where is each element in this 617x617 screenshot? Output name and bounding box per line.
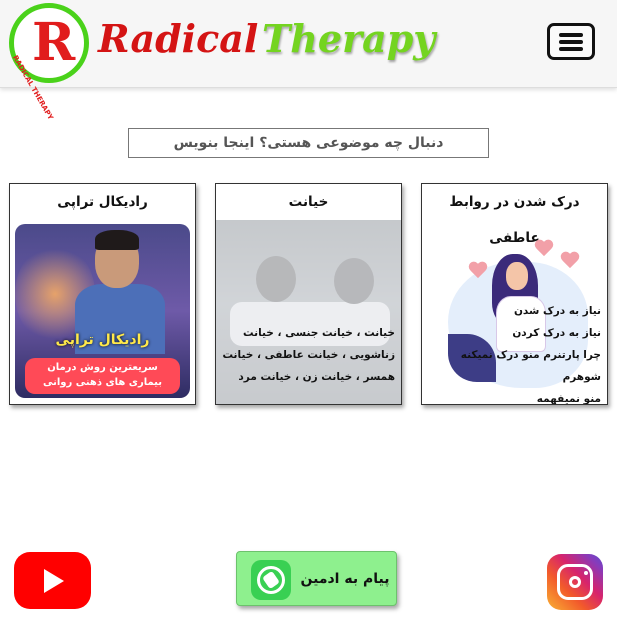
whatsapp-icon (251, 560, 291, 600)
promo-subtitle-box: سریعترین روش درمان بیماری های ذهنی روانی (25, 358, 180, 394)
card-description-line: خیانت ، خیانت جنسی ، خیانت (243, 327, 395, 339)
card-title: درک شدن در روابط عاطفی (449, 194, 580, 246)
message-admin-button[interactable]: پیام به ادمین (236, 551, 397, 606)
youtube-link[interactable] (14, 552, 91, 609)
brand-name-therapy[interactable]: Therapy (262, 14, 435, 64)
site-header: R RADICAL THERAPY Radical Therapy (0, 0, 617, 121)
radical-therapy-promo-image: رادیکال تراپی سریعترین روش درمان بیماری … (15, 224, 190, 398)
brand-name-radical[interactable]: Radical (98, 14, 258, 64)
promo-title: رادیکال تراپی (55, 332, 150, 348)
card-description-line: همسر ، خیانت زن ، خیانت مرد (238, 371, 395, 383)
topic-card-radical-therapy[interactable]: رادیکال تراپی رادیکال تراپی سریعترین روش… (9, 183, 196, 405)
card-description-line: نیاز به درک شدن (513, 305, 601, 317)
menu-button[interactable] (547, 23, 595, 60)
card-description-line: چرا پارتنرم منو درک نمیکنه شوهرم (460, 349, 601, 383)
logo-letter: R (32, 12, 76, 73)
promo-subtitle-line: سریعترین روش درمان (47, 362, 158, 373)
topic-card-betrayal[interactable]: خیانت خیانت ، خیانت جنسی ، خیانت زناشویی… (215, 183, 402, 405)
instagram-icon (557, 564, 593, 600)
card-title: رادیکال تراپی (57, 194, 148, 210)
message-admin-label: پیام به ادمین (300, 571, 390, 587)
site-logo[interactable]: R RADICAL THERAPY (9, 3, 89, 121)
card-description: خیانت ، خیانت جنسی ، خیانت زناشویی ، خیا… (222, 322, 395, 388)
card-description: نیاز به درک شدن نیاز به درک کردن چرا پار… (422, 300, 601, 405)
card-description-line: زناشویی ، خیانت عاطفی ، خیانت (222, 349, 395, 361)
card-title: خیانت (288, 194, 329, 210)
card-description-line: منو نمیفهمه (536, 393, 601, 405)
search-input[interactable] (128, 128, 489, 158)
card-description-line: نیاز به درک کردن (512, 327, 601, 339)
promo-subtitle-line: بیماری های ذهنی روانی (42, 377, 163, 388)
instagram-link[interactable] (547, 554, 603, 610)
topic-card-emotional-understanding[interactable]: درک شدن در روابط عاطفی نیاز به درک شدن ن… (421, 183, 608, 405)
